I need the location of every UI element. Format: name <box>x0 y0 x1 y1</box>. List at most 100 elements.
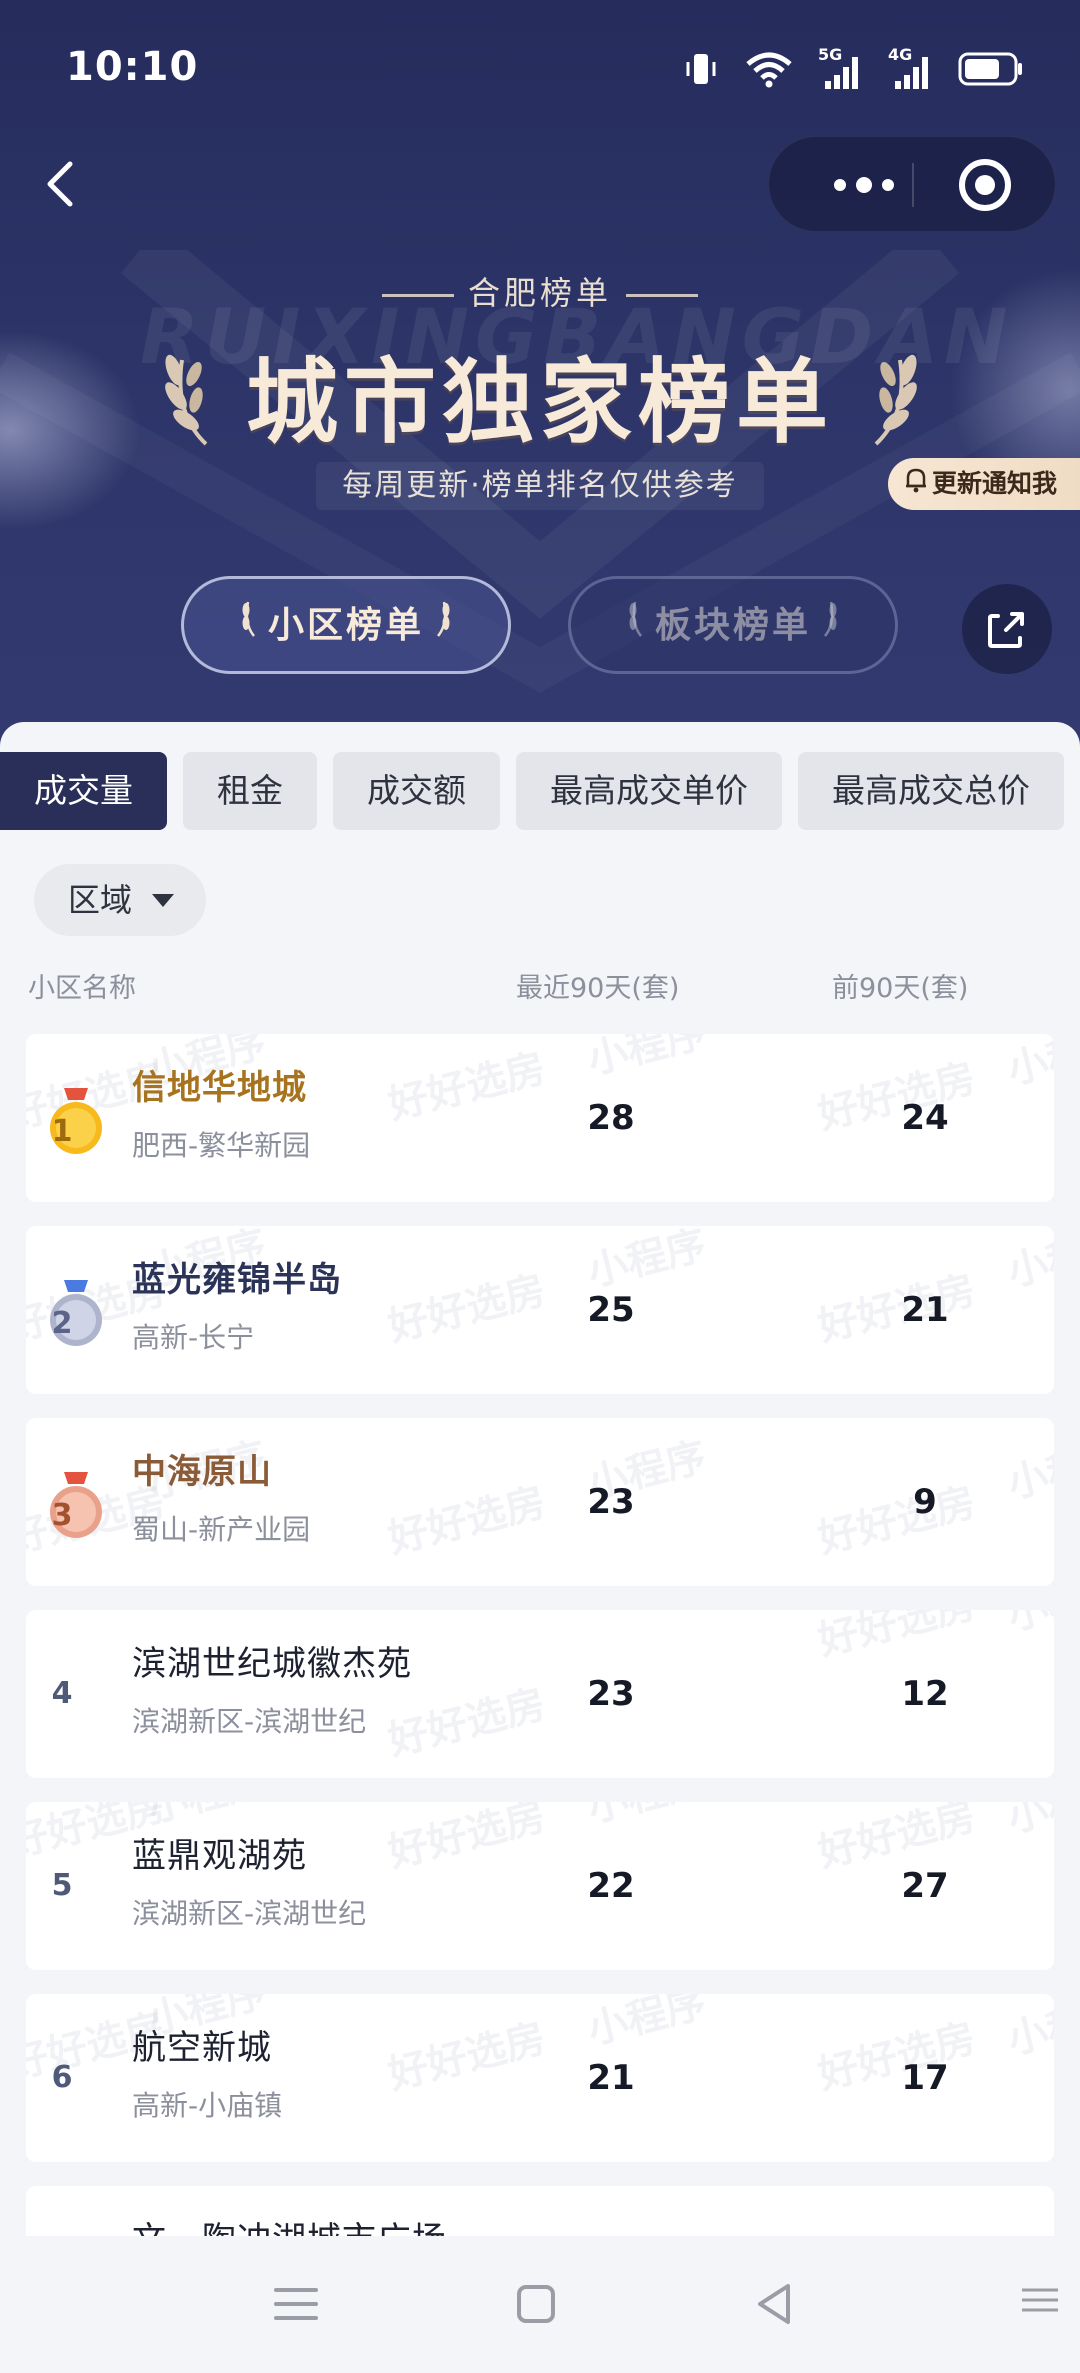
status-icons: 5G 4G <box>682 45 1024 92</box>
watermark-type: 小程序 <box>1003 1226 1054 1296</box>
tab-community-rank-label: 小区榜单 <box>267 605 424 646</box>
wifi-icon <box>744 50 794 92</box>
community-area: 肥西-繁华新园 <box>132 1129 311 1162</box>
community-name: 蓝鼎观湖苑 <box>132 1836 307 1876</box>
tab-community-rank[interactable]: 小区榜单 <box>181 576 511 674</box>
previous-90-days-count: 17 <box>901 2058 949 2098</box>
watermark-brand: 好好选房 <box>383 1045 551 1129</box>
hero-subtitle: 合肥榜单 <box>0 268 1080 314</box>
tab-transaction-volume[interactable]: 成交量 <box>0 752 167 830</box>
hero-description: 每周更新·榜单排名仅供参考 <box>316 462 764 510</box>
share-button[interactable] <box>962 584 1052 674</box>
signal-4g-icon: 4G <box>888 45 934 91</box>
recent-90-days-count: 22 <box>587 1866 635 1906</box>
hero-subtitle-text: 合肥榜单 <box>467 274 612 312</box>
column-header-name: 小区名称 <box>28 973 136 1004</box>
tab-transaction-amount[interactable]: 成交额 <box>333 752 500 830</box>
ranking-row[interactable]: 文一陶冲湖城市广场 <box>26 2186 1054 2242</box>
watermark-type: 小程序 <box>1003 1434 1054 1508</box>
community-area: 高新-长宁 <box>132 1321 255 1354</box>
watermark-type: 小程序 <box>1001 1610 1054 1642</box>
wheat-right-icon <box>434 580 452 674</box>
previous-90-days-count: 24 <box>901 1098 949 1138</box>
wheat-right-icon <box>821 580 839 674</box>
tab-rent[interactable]: 租金 <box>183 752 317 830</box>
tab-highest-unit-price[interactable]: 最高成交单价 <box>516 752 782 830</box>
recent-90-days-count: 28 <box>587 1098 635 1138</box>
tab-district-rank[interactable]: 板块榜单 <box>568 576 898 674</box>
hero-header: RUIXINGBANGDAN 10:10 5G 4G 合肥榜单 城市独家榜单 每… <box>0 0 1080 760</box>
watermark-type: 小程序 <box>1003 1802 1054 1842</box>
previous-90-days-count: 27 <box>901 1866 949 1906</box>
watermark-brand: 好好选房 <box>383 1681 551 1765</box>
subtitle-line-right <box>626 293 698 297</box>
menu-icon[interactable] <box>266 2274 326 2334</box>
notify-me-label: 更新通知我 <box>932 469 1058 498</box>
ranking-row[interactable]: 好好选房 小程序 好好选房 小程序 好好选房 小程序 3 中海原山 蜀山-新产业… <box>26 1418 1054 1586</box>
community-name: 中海原山 <box>132 1452 272 1492</box>
back-nav-icon[interactable] <box>746 2274 806 2334</box>
recent-90-days-count: 25 <box>587 1290 635 1330</box>
region-filter-label: 区域 <box>68 881 133 919</box>
column-header-recent: 最近90天(套) <box>516 973 680 1004</box>
laurel-right-icon <box>874 354 917 446</box>
community-name: 蓝光雍锦半岛 <box>132 1260 342 1300</box>
previous-90-days-count: 9 <box>913 1482 937 1522</box>
status-time: 10:10 <box>66 44 199 90</box>
system-navigation-bar <box>0 2236 1080 2373</box>
home-icon[interactable] <box>506 2274 566 2334</box>
ranking-row[interactable]: 好好选房 小程序 好好选房 小程序 好好选房 小程序 1 信地华地城 肥西-繁华… <box>26 1034 1054 1202</box>
rank-number: 6 <box>51 2060 73 2095</box>
notify-me-button[interactable]: 更新通知我 <box>888 458 1080 510</box>
more-icon[interactable] <box>809 137 919 233</box>
rank-number: 4 <box>51 1676 73 1711</box>
wheat-left-icon <box>240 580 258 674</box>
community-name: 航空新城 <box>132 2028 272 2068</box>
rank-number: 5 <box>51 1868 73 1903</box>
status-bar: 10:10 5G 4G <box>0 0 1080 140</box>
community-area: 高新-小庙镇 <box>132 2089 283 2122</box>
category-tabs: 成交量 租金 成交额 最高成交单价 最高成交总价 <box>0 752 1064 830</box>
watermark-type: 小程序 <box>1003 1994 1054 2064</box>
ranking-row[interactable]: 好好选房 小程序 好好选房 小程序 好好选房 小程序 5 蓝鼎观湖苑 滨湖新区-… <box>26 1802 1054 1970</box>
recent-90-days-count: 23 <box>587 1482 635 1522</box>
ranking-row[interactable]: 好好选房 小程序 好好选房 小程序 好好选房 小程序 2 蓝光雍锦半岛 高新-长… <box>26 1226 1054 1394</box>
close-miniprogram-icon[interactable] <box>959 159 1011 211</box>
bell-icon <box>904 459 928 511</box>
tab-district-rank-label: 板块榜单 <box>654 605 811 646</box>
watermark-brand: 好好选房 <box>383 1267 551 1351</box>
wheat-left-icon <box>627 580 645 674</box>
signal-5g-icon: 5G <box>818 45 864 91</box>
column-header-previous: 前90天(套) <box>832 973 969 1004</box>
community-name: 滨湖世纪城徽杰苑 <box>132 1644 412 1684</box>
ranking-content: 成交量 租金 成交额 最高成交单价 最高成交总价 区域 小区名称 最近90天(套… <box>0 722 1080 2242</box>
rank-number: 1 <box>51 1114 73 1149</box>
rank-number: 2 <box>51 1306 73 1341</box>
tab-highest-total-price[interactable]: 最高成交总价 <box>798 752 1064 830</box>
capsule-divider <box>912 163 914 207</box>
previous-90-days-count: 12 <box>901 1674 949 1714</box>
caret-down-icon <box>152 894 174 907</box>
recent-90-days-count: 21 <box>587 2058 635 2098</box>
vibrate-icon <box>682 50 720 92</box>
ranking-row[interactable]: 好好选房 好好选房 小程序 4 滨湖世纪城徽杰苑 滨湖新区-滨湖世纪 23 12 <box>26 1610 1054 1778</box>
watermark-type: 小程序 <box>1003 1034 1054 1094</box>
recent-90-days-count: 23 <box>587 1674 635 1714</box>
community-name: 信地华地城 <box>132 1068 307 1108</box>
assistive-handle-icon[interactable] <box>1018 2280 1062 2320</box>
community-area: 蜀山-新产业园 <box>132 1513 311 1546</box>
rank-number: 3 <box>51 1498 73 1533</box>
ranking-list: 好好选房 小程序 好好选房 小程序 好好选房 小程序 1 信地华地城 肥西-繁华… <box>26 1034 1054 2242</box>
community-area: 滨湖新区-滨湖世纪 <box>132 1705 367 1738</box>
region-filter-dropdown[interactable]: 区域 <box>34 864 206 936</box>
watermark-brand: 好好选房 <box>383 2015 551 2099</box>
miniprogram-capsule <box>768 136 1056 232</box>
watermark-brand: 好好选房 <box>383 1802 551 1877</box>
previous-90-days-count: 21 <box>901 1290 949 1330</box>
ranking-row[interactable]: 好好选房 小程序 好好选房 小程序 好好选房 小程序 6 航空新城 高新-小庙镇… <box>26 1994 1054 2162</box>
battery-icon <box>958 52 1024 90</box>
watermark-brand: 好好选房 <box>383 1479 551 1563</box>
community-area: 滨湖新区-滨湖世纪 <box>132 1897 367 1930</box>
back-icon[interactable] <box>32 148 88 220</box>
subtitle-line-left <box>381 293 454 297</box>
